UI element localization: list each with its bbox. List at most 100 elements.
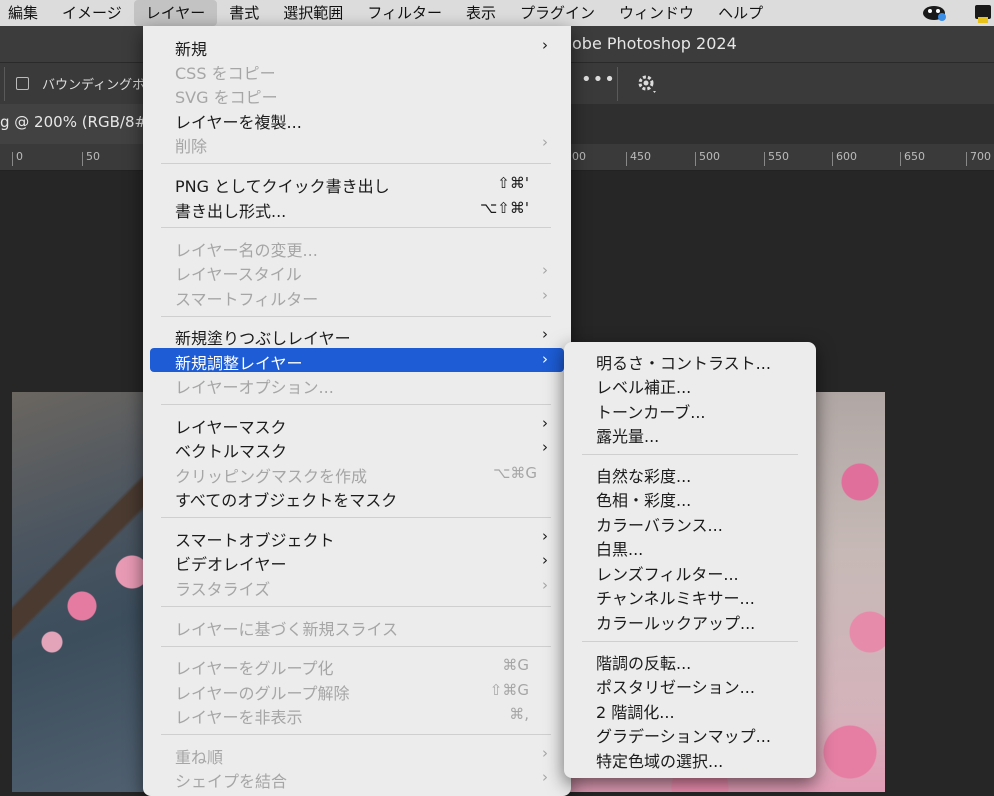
menubar-edit[interactable]: 編集 [0,0,50,26]
gear-icon[interactable] [636,73,658,95]
menu-item-label: レイヤースタイル [175,265,302,284]
menu-item-mask-all-objects[interactable]: すべてのオブジェクトをマスク [150,485,564,510]
menu-item-hide-layers: レイヤーを非表示 ⌘, [150,702,564,727]
menu-item-label: レイヤーをグループ化 [175,659,334,678]
menu-item-label: 重ね順 [175,748,224,767]
menu-item-label: クリッピングマスクを作成 [175,467,368,486]
menu-item-delete: 削除 › [150,131,564,156]
menubar-image[interactable]: イメージ [50,0,134,26]
menu-divider [161,227,551,228]
menu-item-create-clipping-mask: クリッピングマスクを作成 ⌥⌘G [150,461,564,486]
status-notification-icon[interactable] [972,2,994,24]
menu-item-shortcut: ⌘G [502,656,529,674]
menu-item-shortcut: ⇧⌘' [497,174,529,192]
menu-item-label: レイヤーマスク [175,418,287,437]
menu-item-label: 書き出し形式... [175,202,287,221]
menu-item-copy-svg: SVG をコピー [150,82,564,107]
chevron-right-icon: › [542,350,548,368]
menubar-layer[interactable]: レイヤー [133,0,218,26]
menu-item-shortcut: ⇧⌘G [489,681,529,699]
menu-item-label: スマートフィルター [175,290,319,309]
menu-item-duplicate-layer[interactable]: レイヤーを複製... [150,107,564,132]
menu-item-quick-export-png[interactable]: PNG としてクイック書き出し ⇧⌘' [150,171,564,196]
menu-divider [161,646,551,647]
menu-item-label: 新規塗りつぶしレイヤー [175,329,351,348]
chevron-right-icon: › [542,261,548,279]
chevron-right-icon: › [542,325,548,343]
submenu-item-levels[interactable]: レベル補正... [596,374,691,398]
chevron-right-icon: › [542,286,548,304]
menu-item-new-fill-layer[interactable]: 新規塗りつぶしレイヤー › [150,323,564,348]
status-app-icon[interactable] [920,2,950,24]
menu-item-vector-mask[interactable]: ベクトルマスク › [150,436,564,461]
bounding-box-label: バウンディングボ [42,78,146,93]
canvas-photo[interactable] [12,392,144,792]
menu-item-rename-layer: レイヤー名の変更... [150,235,564,260]
menu-divider [161,163,551,164]
menu-item-new[interactable]: 新規 › [150,34,564,59]
submenu-item-color-lookup[interactable]: カラールックアップ... [596,610,755,634]
menu-item-label: ビデオレイヤー [175,555,287,574]
menu-item-label: PNG としてクイック書き出し [175,177,390,196]
submenu-item-vibrance[interactable]: 自然な彩度... [596,463,691,487]
menu-item-layer-mask[interactable]: レイヤーマスク › [150,412,564,437]
bounding-box-checkbox[interactable] [16,77,29,90]
layer-menu: 新規 › CSS をコピー SVG をコピー レイヤーを複製... 削除 › P… [143,26,571,796]
menu-item-video-layer[interactable]: ビデオレイヤー › [150,549,564,574]
menu-item-label: CSS をコピー [175,64,276,83]
menu-divider [582,454,798,455]
more-options-button[interactable]: ••• [581,69,616,90]
submenu-item-curves[interactable]: トーンカーブ... [596,399,706,423]
submenu-item-channel-mixer[interactable]: チャンネルミキサー... [596,585,755,609]
submenu-item-posterize[interactable]: ポスタリゼーション... [596,674,755,698]
menu-item-label: シェイプを結合 [175,772,288,791]
menu-item-rasterize: ラスタライズ › [150,574,564,599]
menu-item-copy-css: CSS をコピー [150,58,564,83]
submenu-item-gradient-map[interactable]: グラデーションマップ... [596,723,771,747]
menu-divider [161,316,551,317]
menu-item-new-layer-based-slice: レイヤーに基づく新規スライス [150,614,564,639]
chevron-right-icon: › [542,576,548,594]
options-divider [617,67,618,101]
submenu-item-black-white[interactable]: 白黒... [596,536,643,560]
menu-item-label: レイヤーのグループ解除 [175,684,350,703]
menubar-help[interactable]: ヘルプ [706,0,775,26]
menu-item-label: スマートオブジェクト [175,531,335,550]
submenu-item-hue-saturation[interactable]: 色相・彩度... [596,487,691,511]
menu-item-smart-filter: スマートフィルター › [150,284,564,309]
submenu-item-threshold[interactable]: 2 階調化... [596,699,675,723]
submenu-item-invert[interactable]: 階調の反転... [596,650,691,674]
chevron-right-icon: › [542,768,548,786]
ruler-tick: 500 [695,151,720,166]
document-tab[interactable]: g @ 200% (RGB/8# [0,104,150,144]
ruler-tick: 450 [626,151,651,166]
menu-item-label: ラスタライズ [175,580,271,599]
menu-item-new-adjustment-layer[interactable]: 新規調整レイヤー › [150,348,564,373]
menu-item-label: ベクトルマスク [175,442,288,461]
menubar-plugins[interactable]: プラグイン [508,0,607,26]
chevron-right-icon: › [542,414,548,432]
submenu-item-exposure[interactable]: 露光量... [596,423,659,447]
menubar-select[interactable]: 選択範囲 [271,0,355,26]
menu-item-label: レイヤーオプション... [175,378,334,397]
submenu-item-color-balance[interactable]: カラーバランス... [596,512,723,536]
menu-divider [161,606,551,607]
options-divider [4,67,5,101]
submenu-item-brightness-contrast[interactable]: 明るさ・コントラスト... [596,350,771,374]
submenu-item-photo-filter[interactable]: レンズフィルター... [596,561,739,585]
menubar-window[interactable]: ウィンドウ [607,0,706,26]
chevron-right-icon: › [542,133,548,151]
menu-item-export-as[interactable]: 書き出し形式... ⌥⇧⌘' [150,196,564,221]
menubar-filter[interactable]: フィルター [355,0,454,26]
menu-item-label: すべてのオブジェクトをマスク [175,491,398,510]
menu-item-layer-options: レイヤーオプション... [150,372,564,397]
menu-item-smart-object[interactable]: スマートオブジェクト › [150,525,564,550]
submenu-item-selective-color[interactable]: 特定色域の選択... [596,748,723,772]
menu-item-label: レイヤーを非表示 [175,708,303,727]
ruler-tick: 700 [966,151,991,166]
menu-item-label: レイヤー名の変更... [175,241,318,260]
menubar-type[interactable]: 書式 [217,0,271,26]
menubar-view[interactable]: 表示 [454,0,508,26]
menu-item-label: 新規 [175,40,208,59]
menu-item-group-layers: レイヤーをグループ化 ⌘G [150,653,564,678]
